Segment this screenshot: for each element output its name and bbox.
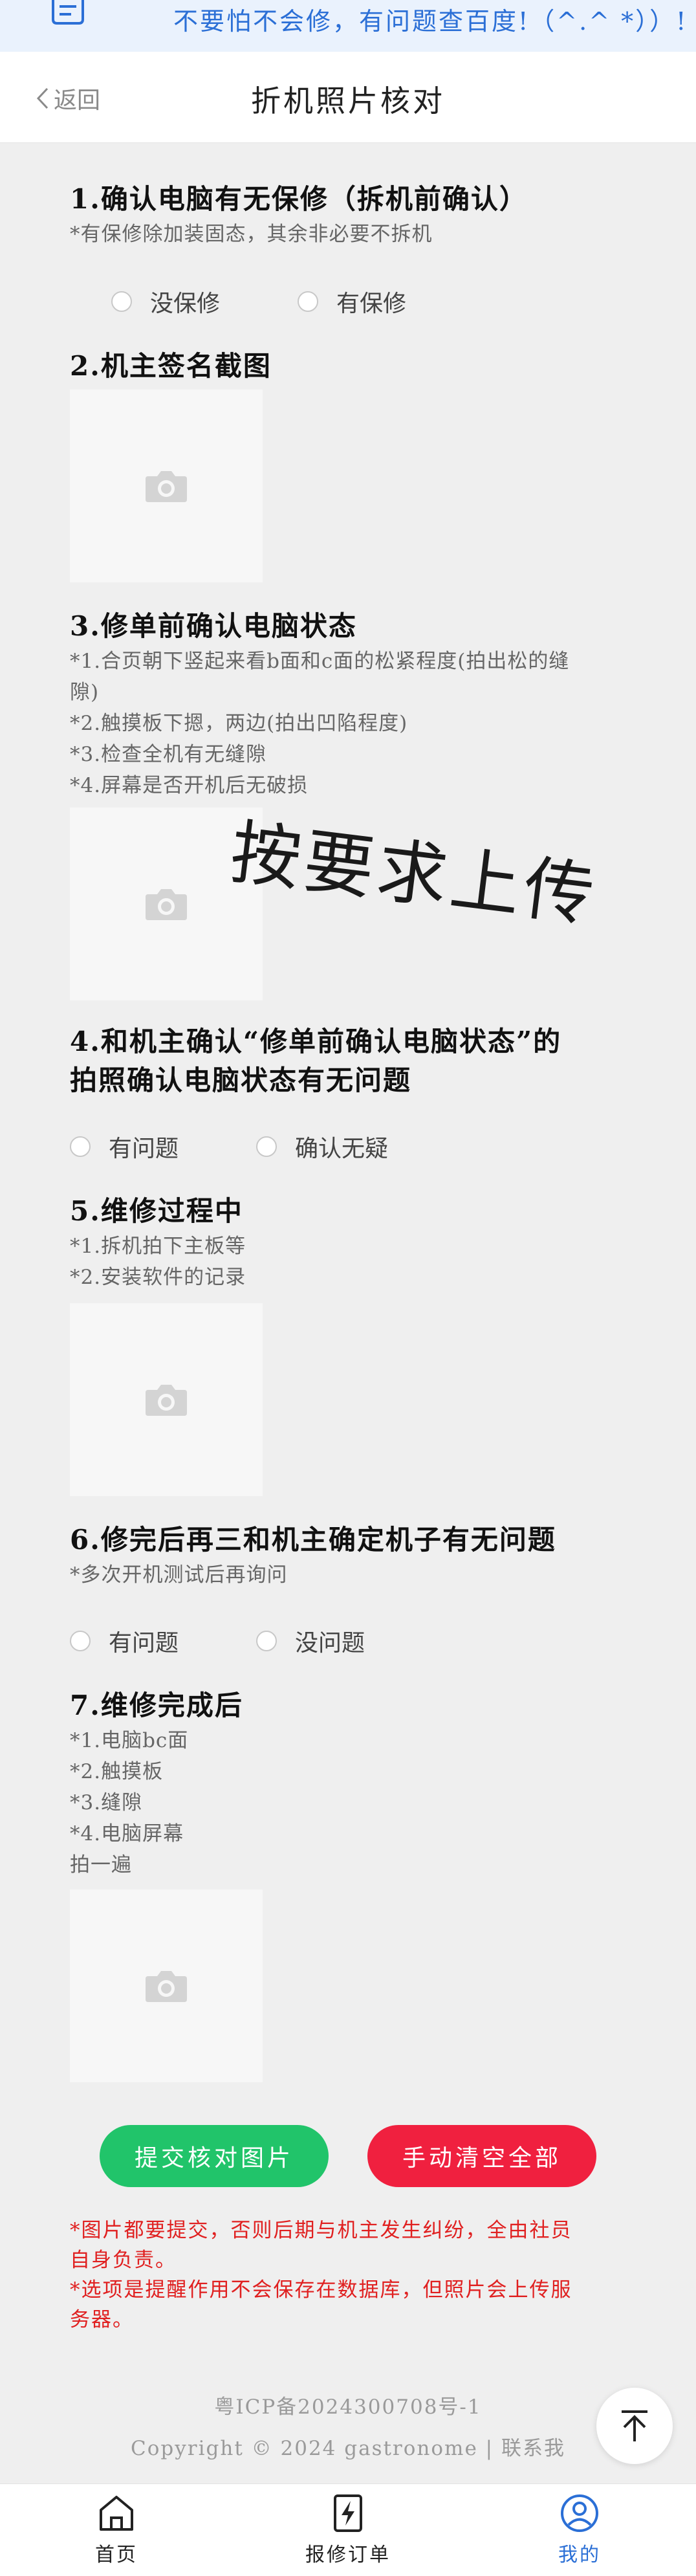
icp-link[interactable]: 粤ICP备2024300708号-1 (0, 2390, 696, 2419)
tab-mine[interactable]: 我的 (515, 2493, 644, 2567)
section-note: *3.检查全机有无缝隙 (70, 743, 267, 766)
section-title: 5.维修过程中 (70, 1195, 243, 1227)
upload-instruction-overlay: 按要求上传 (226, 811, 602, 938)
section-confirm-owner: 4.和机主确认“修单前确认电脑状态”的 拍照确认电脑状态有无问题 (70, 1022, 626, 1100)
section-note: *1.电脑bc面 (70, 1729, 189, 1752)
section-title: 2.机主签名截图 (70, 350, 272, 382)
section-note: *2.触摸板 (70, 1760, 164, 1783)
section-title: 3.修单前确认电脑状态 (70, 610, 357, 642)
notice-text: 不要怕不会修，有问题查百度!（^.^ *））! (173, 7, 688, 36)
tab-home[interactable]: 首页 (52, 2493, 181, 2567)
warranty-radio-group: 没保修 有保修 (111, 285, 458, 318)
section-note: *4.电脑屏幕 (70, 1822, 184, 1845)
section-warranty: 1.确认电脑有无保修（拆机前确认） *有保修除加装固态，其余非必要不拆机 (70, 180, 626, 250)
confirm-radio-group: 有问题 确认无疑 (70, 1130, 440, 1163)
section-note: *2.安装软件的记录 (70, 1266, 246, 1289)
section-note: *2.触摸板下摁，两边(拍出凹陷程度) (70, 712, 408, 735)
radio-circle[interactable] (70, 1136, 91, 1157)
tab-label: 我的 (558, 2544, 601, 2566)
post-check-radio-group: 有问题 没问题 (70, 1624, 417, 1658)
radio-circle[interactable] (298, 291, 319, 312)
clear-all-button[interactable]: 手动清空全部 (367, 2125, 596, 2187)
radio-circle[interactable] (70, 1631, 91, 1651)
camera-icon (146, 1971, 187, 2002)
radio-has-warranty[interactable]: 有保修 (298, 285, 406, 318)
radio-post-no-issue[interactable]: 没问题 (256, 1624, 365, 1658)
section-after-repair: 7.维修完成后 *1.电脑bc面 *2.触摸板 *3.缝隙 *4.电脑屏幕 拍一… (70, 1686, 626, 1880)
camera-icon (146, 1385, 187, 1416)
flash-doc-icon (334, 2494, 362, 2532)
warning-notes: *图片都要提交，否则后期与机主发生纠纷，全由社员 自身负责。 *选项是提醒作用不… (70, 2216, 633, 2335)
section-title: 拍照确认电脑状态有无问题 (70, 1064, 412, 1096)
section-note: 隙) (70, 681, 100, 704)
section-note: *3.缝隙 (70, 1791, 143, 1814)
section-note: *4.屏幕是否开机后无破损 (70, 774, 309, 797)
radio-label: 有问题 (109, 1136, 179, 1162)
notice-bar: 不要怕不会修，有问题查百度!（^.^ *））! (0, 0, 696, 52)
radio-post-has-issue[interactable]: 有问题 (70, 1624, 179, 1658)
warning-line: *图片都要提交，否则后期与机主发生纠纷，全由社员 (70, 2219, 572, 2242)
section-note: *多次开机测试后再询问 (70, 1563, 288, 1587)
tab-orders[interactable]: 报修订单 (283, 2493, 413, 2567)
radio-label: 没问题 (295, 1630, 365, 1657)
section-note: *1.拆机拍下主板等 (70, 1235, 246, 1258)
section-title: 6.修完后再三和机主确定机子有无问题 (70, 1524, 556, 1556)
document-icon (52, 0, 84, 25)
radio-has-issue[interactable]: 有问题 (70, 1130, 179, 1163)
radio-circle[interactable] (111, 291, 132, 312)
radio-label: 没保修 (150, 291, 221, 317)
section-pre-check: 3.修单前确认电脑状态 *1.合页朝下竖起来看b面和c面的松紧程度(拍出松的缝 … (70, 607, 626, 801)
radio-circle[interactable] (256, 1136, 277, 1157)
upload-during-repair[interactable] (70, 1303, 263, 1496)
radio-label: 确认无疑 (295, 1136, 389, 1162)
upload-signature[interactable] (70, 390, 263, 582)
navbar: 返回 折机照片核对 (0, 52, 696, 143)
radio-circle[interactable] (256, 1631, 277, 1651)
camera-icon (146, 471, 187, 502)
tab-label: 首页 (95, 2544, 138, 2566)
back-to-top-button[interactable] (596, 2388, 673, 2464)
section-signature: 2.机主签名截图 (70, 347, 626, 386)
warning-line: 务器。 (70, 2308, 134, 2331)
bottom-tab-bar: 首页 报修订单 我的 (0, 2483, 696, 2576)
section-note: 拍一遍 (70, 1853, 132, 1877)
upload-after-repair[interactable] (70, 1889, 263, 2082)
section-note: *有保修除加装固态，其余非必要不拆机 (70, 223, 433, 246)
camera-icon (146, 889, 187, 920)
section-title: 7.维修完成后 (70, 1690, 243, 1721)
radio-label: 有问题 (109, 1630, 179, 1657)
section-note: *1.合页朝下竖起来看b面和c面的松紧程度(拍出松的缝 (70, 650, 570, 673)
section-title: 4.和机主确认“修单前确认电脑状态”的 (70, 1026, 562, 1057)
home-icon (100, 2496, 133, 2531)
arrow-up-icon (622, 2410, 647, 2441)
radio-no-warranty[interactable]: 没保修 (111, 285, 220, 318)
page-title: 折机照片核对 (251, 83, 445, 118)
warning-line: *选项是提醒作用不会保存在数据库，但照片会上传服 (70, 2278, 572, 2302)
tab-label: 报修订单 (305, 2544, 391, 2566)
warning-line: 自身负责。 (70, 2249, 177, 2272)
copyright-text: Copyright © 2024 gastronome | 联系我 (131, 2437, 565, 2460)
user-icon (561, 2494, 598, 2532)
radio-label: 有保修 (336, 291, 407, 317)
radio-confirmed-ok[interactable]: 确认无疑 (256, 1130, 388, 1163)
submit-photos-button[interactable]: 提交核对图片 (100, 2125, 329, 2187)
section-post-check: 6.修完后再三和机主确定机子有无问题 *多次开机测试后再询问 (70, 1521, 626, 1591)
section-title: 1.确认电脑有无保修（拆机前确认） (70, 183, 528, 215)
section-during-repair: 5.维修过程中 *1.拆机拍下主板等 *2.安装软件的记录 (70, 1192, 626, 1293)
